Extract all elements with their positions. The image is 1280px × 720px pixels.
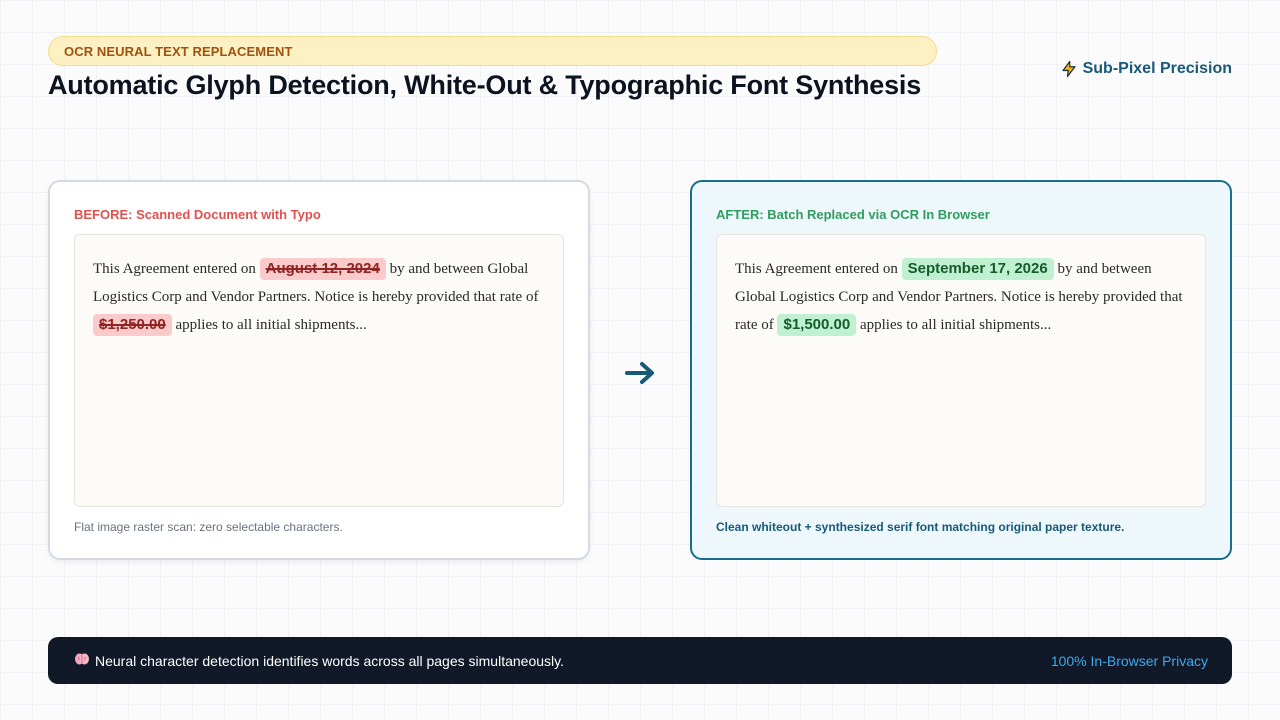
- before-caption: Flat image raster scan: zero selectable …: [74, 520, 343, 534]
- before-text-1: This Agreement entered on: [93, 261, 260, 277]
- privacy-label: 100% In-Browser Privacy: [1050, 652, 1208, 669]
- after-text-1: This Agreement entered on: [735, 261, 902, 277]
- new-amount-highlight: $1,500.00: [777, 314, 857, 336]
- precision-tag: Sub-Pixel Precision: [1060, 60, 1232, 78]
- precision-label: Sub-Pixel Precision: [1082, 60, 1232, 77]
- after-card: AFTER: Batch Replaced via OCR In Browser…: [690, 180, 1232, 560]
- arrow-right-icon: [624, 360, 658, 386]
- footer-message-group: Neural character detection identifies wo…: [74, 651, 564, 670]
- after-text-3: applies to all initial shipments...: [856, 317, 1052, 333]
- before-text-3: applies to all initial shipments...: [171, 317, 367, 333]
- new-date-highlight: September 17, 2026: [901, 258, 1054, 280]
- before-card: BEFORE: Scanned Document with Typo This …: [48, 180, 590, 560]
- category-badge: OCR NEURAL TEXT REPLACEMENT: [48, 36, 937, 66]
- page-title: Automatic Glyph Detection, White-Out & T…: [48, 70, 922, 100]
- after-label: AFTER: Batch Replaced via OCR In Browser: [716, 207, 990, 222]
- before-document: This Agreement entered on August 12, 202…: [74, 234, 564, 507]
- old-amount-highlight: $1,250.00: [93, 314, 172, 336]
- footer-message: Neural character detection identifies wo…: [95, 652, 564, 669]
- brain-icon: [74, 651, 90, 670]
- footer-bar: Neural character detection identifies wo…: [48, 637, 1232, 684]
- old-date-highlight: August 12, 2024: [259, 258, 386, 280]
- after-caption: Clean whiteout + synthesized serif font …: [716, 520, 1125, 534]
- after-document: This Agreement entered on September 17, …: [716, 234, 1206, 507]
- lightning-icon: [1060, 60, 1078, 78]
- before-label: BEFORE: Scanned Document with Typo: [74, 207, 321, 222]
- category-badge-text: OCR NEURAL TEXT REPLACEMENT: [64, 43, 293, 59]
